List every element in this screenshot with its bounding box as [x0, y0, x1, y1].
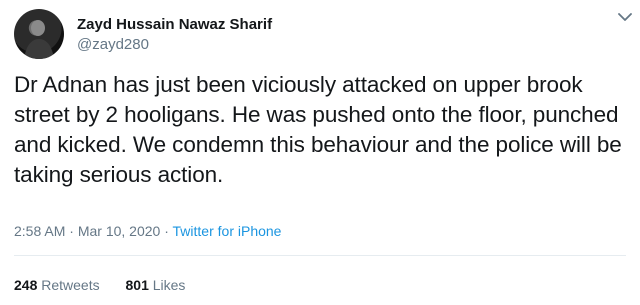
user-avatar-icon: [24, 20, 54, 59]
retweets-label: Retweets: [41, 277, 100, 293]
display-name[interactable]: Zayd Hussain Nawaz Sharif: [77, 15, 272, 35]
tweet-meta: 2:58 AM · Mar 10, 2020 · Twitter for iPh…: [14, 222, 281, 240]
chevron-down-icon: [618, 12, 632, 21]
tweet-menu-button[interactable]: [616, 8, 634, 26]
user-handle[interactable]: @zayd280: [77, 35, 272, 54]
retweets-count: 248: [14, 277, 38, 293]
tweet-text: Dr Adnan has just been viciously attacke…: [14, 72, 622, 187]
user-names: Zayd Hussain Nawaz Sharif @zayd280: [77, 15, 272, 54]
meta-separator: ·: [69, 223, 74, 239]
tweet-source-link[interactable]: Twitter for iPhone: [173, 223, 282, 239]
likes-stat[interactable]: 801 Likes: [126, 276, 186, 294]
tweet-time[interactable]: 2:58 AM: [14, 223, 65, 239]
retweets-stat[interactable]: 248 Retweets: [14, 276, 100, 294]
divider: [14, 255, 626, 256]
tweet-date[interactable]: Mar 10, 2020: [78, 223, 161, 239]
tweet-card: Zayd Hussain Nawaz Sharif @zayd280 Dr Ad…: [0, 0, 640, 305]
tweet-stats: 248 Retweets 801 Likes: [14, 276, 207, 294]
meta-separator: ·: [164, 223, 169, 239]
likes-count: 801: [125, 277, 149, 293]
likes-label: Likes: [152, 277, 186, 293]
avatar[interactable]: [14, 9, 64, 59]
tweet-header: Zayd Hussain Nawaz Sharif @zayd280: [14, 8, 626, 60]
